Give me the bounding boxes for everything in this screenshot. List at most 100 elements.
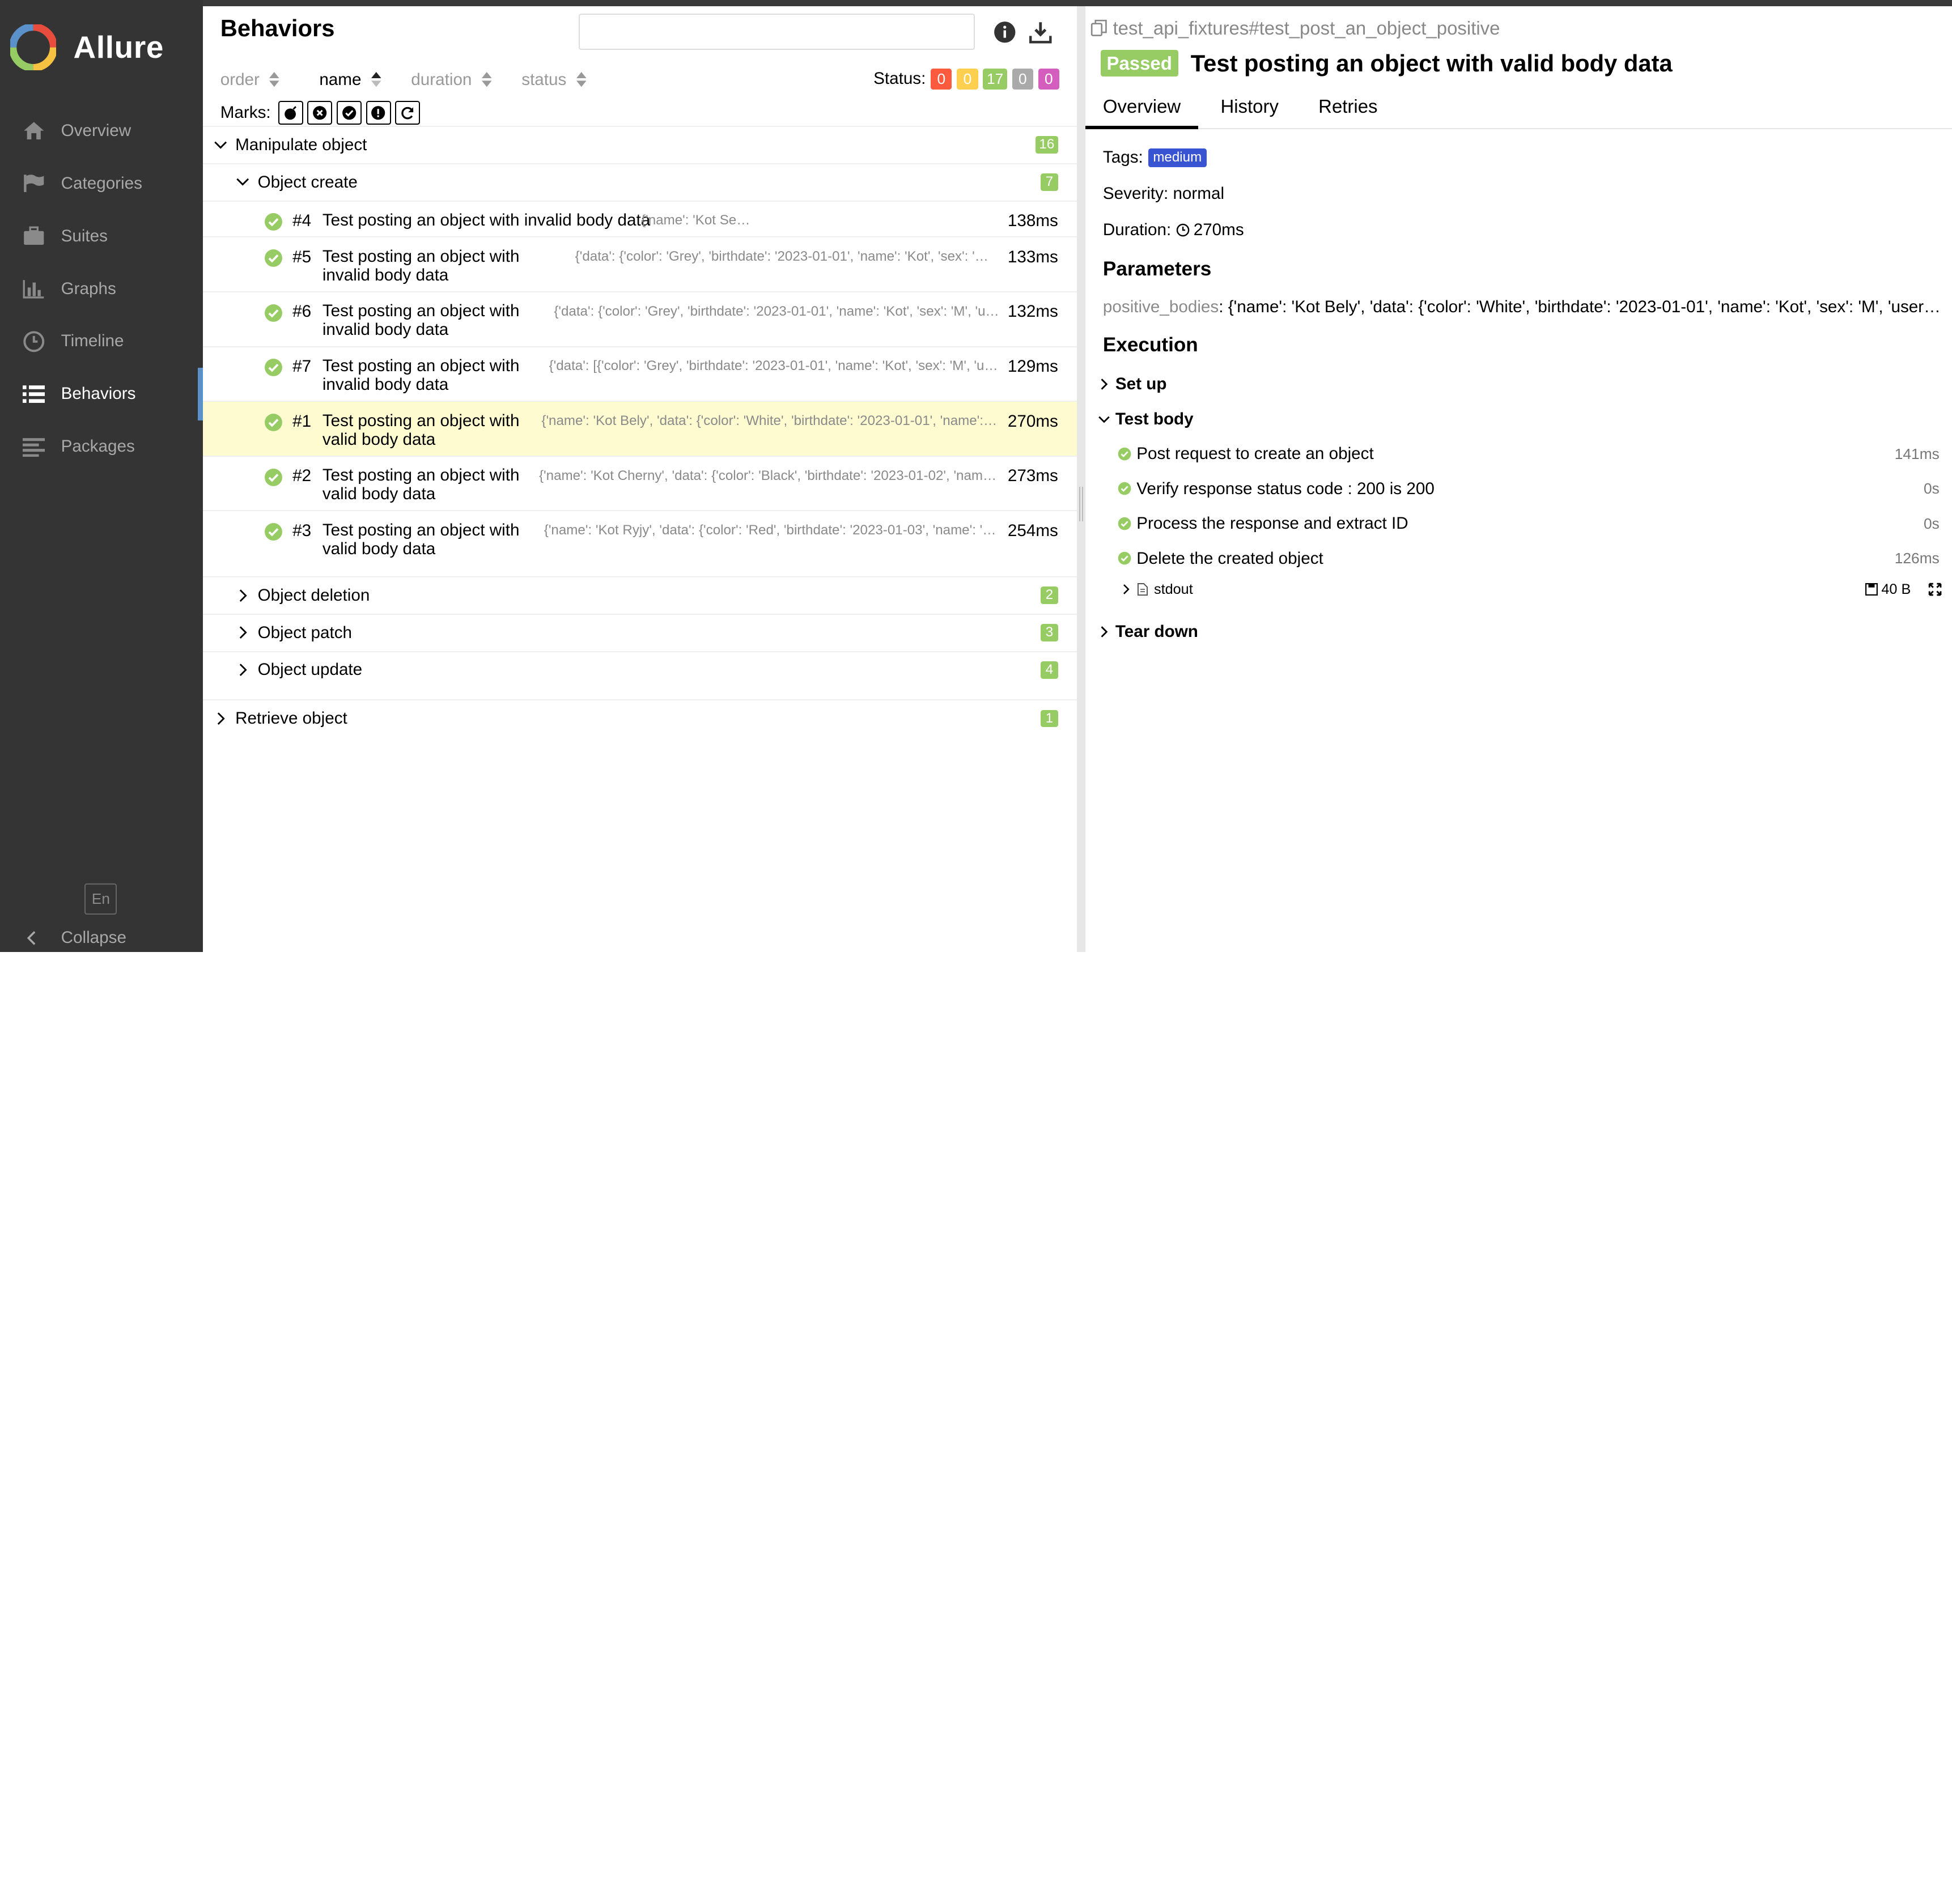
- sidebar-item-overview[interactable]: Overview: [0, 104, 203, 157]
- test-row[interactable]: #7 Test posting an object with invalid b…: [202, 346, 1077, 401]
- test-name: Test posting an object with valid body d…: [322, 466, 520, 504]
- tree-group-object-update[interactable]: Object update 4: [202, 651, 1077, 688]
- tree-group-object-patch[interactable]: Object patch 3: [202, 613, 1077, 651]
- status-broken-badge[interactable]: 0: [957, 68, 978, 90]
- sort-status[interactable]: status: [521, 70, 587, 90]
- group-count-badge: 1: [1041, 709, 1058, 728]
- mark-new-failed-button[interactable]: [307, 100, 333, 125]
- status-failed-badge[interactable]: 0: [931, 68, 952, 90]
- passed-check-icon: [1118, 517, 1131, 530]
- test-row-selected[interactable]: #1 Test posting an object with valid bod…: [202, 401, 1077, 456]
- step-row[interactable]: Delete the created object 126ms: [1118, 549, 1940, 568]
- status-unknown-badge[interactable]: 0: [1038, 68, 1060, 90]
- tree-group-object-create[interactable]: Object create 7: [202, 163, 1077, 201]
- teardown-section[interactable]: Tear down: [1098, 622, 1198, 641]
- collapse-label: Collapse: [61, 928, 126, 947]
- test-duration: 254ms: [1007, 521, 1058, 540]
- brand[interactable]: Allure: [10, 24, 164, 71]
- test-params: {'data': [{'color': 'Grey', 'birthdate':…: [549, 358, 1002, 374]
- attachment-row[interactable]: stdout 40 B: [1121, 581, 1942, 598]
- language-button[interactable]: En: [84, 883, 117, 915]
- check-circle-icon: [342, 105, 357, 120]
- test-row[interactable]: #2 Test posting an object with valid bod…: [202, 455, 1077, 511]
- parameter-row: positive_bodies: {'name': 'Kot Bely', 'd…: [1103, 298, 1945, 317]
- status-badge: Passed: [1100, 50, 1178, 77]
- step-row[interactable]: Process the response and extract ID 0s: [1118, 514, 1940, 533]
- test-row[interactable]: #4 Test posting an object with invalid b…: [202, 200, 1077, 237]
- test-params: {'name': 'Kot Bely', 'data': {'color': '…: [541, 413, 997, 428]
- sidebar-item-label: Graphs: [61, 279, 116, 298]
- file-icon: [1138, 583, 1148, 596]
- mark-retries-button[interactable]: [395, 100, 421, 125]
- test-row[interactable]: #3 Test posting an object with valid bod…: [202, 510, 1077, 565]
- status-passed-badge[interactable]: 17: [983, 68, 1007, 90]
- tree-group-object-deletion[interactable]: Object deletion 2: [202, 576, 1077, 614]
- passed-check-icon: [264, 523, 282, 541]
- severity-row: Severity: normal: [1102, 184, 1225, 203]
- step-duration: 0s: [1923, 480, 1940, 498]
- test-duration: 133ms: [1007, 247, 1058, 266]
- tab-retries[interactable]: Retries: [1301, 91, 1395, 129]
- allure-report: Allure Overview Categories Suites Graphs…: [0, 0, 1952, 953]
- sidebar-item-packages[interactable]: Packages: [0, 420, 203, 473]
- align-left-icon: [21, 434, 46, 459]
- sidebar-item-label: Categories: [61, 173, 142, 193]
- group-name: Object deletion: [257, 585, 370, 605]
- group-name: Object patch: [257, 623, 353, 642]
- step-name: Process the response and extract ID: [1136, 514, 1408, 533]
- test-row[interactable]: #6 Test posting an object with invalid b…: [202, 291, 1077, 346]
- sort-label: order: [220, 70, 260, 89]
- copy-icon[interactable]: [1090, 19, 1108, 37]
- setup-label: Set up: [1115, 375, 1167, 394]
- test-duration: 132ms: [1007, 302, 1058, 321]
- step-row[interactable]: Post request to create an object 141ms: [1118, 444, 1940, 464]
- tree-group-manipulate-object[interactable]: Manipulate object 16: [202, 125, 1077, 163]
- chevron-right-icon: [239, 626, 247, 639]
- sidebar-item-categories[interactable]: Categories: [0, 157, 203, 210]
- sidebar-item-timeline[interactable]: Timeline: [0, 315, 203, 368]
- bar-chart-icon: [21, 277, 46, 301]
- pane-splitter[interactable]: [1076, 6, 1086, 953]
- test-title: Test posting an object with valid body d…: [1190, 49, 1673, 76]
- test-body-section[interactable]: Test body: [1098, 410, 1194, 429]
- test-number: #5: [292, 247, 312, 266]
- sort-duration[interactable]: duration: [411, 70, 492, 90]
- mark-new-passed-button[interactable]: [337, 100, 362, 125]
- group-count-badge: 7: [1041, 173, 1058, 191]
- attachment-name: stdout: [1153, 581, 1193, 597]
- collapse-button[interactable]: Collapse: [21, 928, 126, 947]
- passed-check-icon: [264, 249, 282, 267]
- status-skipped-badge[interactable]: 0: [1012, 68, 1033, 90]
- info-icon[interactable]: [994, 21, 1016, 44]
- attachment-size: 40 B: [1881, 581, 1911, 597]
- sort-name[interactable]: name: [319, 70, 381, 90]
- exclamation-circle-icon: [371, 105, 385, 120]
- mark-flaky-button[interactable]: [278, 100, 303, 125]
- tab-history[interactable]: History: [1203, 91, 1296, 129]
- splitter-grip: [1079, 486, 1083, 522]
- test-full-name: test_api_fixtures#test_post_an_object_po…: [1090, 18, 1500, 39]
- search-input[interactable]: [579, 14, 975, 50]
- test-duration: 270ms: [1007, 411, 1058, 431]
- tab-overview[interactable]: Overview: [1085, 91, 1198, 130]
- expand-icon[interactable]: [1928, 583, 1942, 596]
- sort-order[interactable]: order: [220, 70, 280, 90]
- tree-group-retrieve-object[interactable]: Retrieve object 1: [202, 699, 1077, 737]
- test-row[interactable]: #5 Test posting an object with invalid b…: [202, 236, 1077, 291]
- sidebar-item-label: Packages: [61, 437, 135, 456]
- test-duration: 129ms: [1007, 357, 1058, 376]
- setup-section[interactable]: Set up: [1098, 375, 1166, 394]
- test-params: {'name': 'Kot Sery'}: [641, 212, 753, 228]
- sidebar-nav: Overview Categories Suites Graphs Timeli…: [0, 104, 203, 473]
- list-icon: [21, 381, 46, 406]
- save-icon: [1865, 583, 1878, 596]
- sidebar-item-suites[interactable]: Suites: [0, 210, 203, 262]
- download-icon[interactable]: [1029, 21, 1052, 44]
- sidebar-item-behaviors[interactable]: Behaviors: [0, 367, 203, 421]
- sidebar-item-graphs[interactable]: Graphs: [0, 262, 203, 315]
- mark-new-broken-button[interactable]: [366, 100, 391, 125]
- step-row[interactable]: Verify response status code : 200 is 200…: [1118, 479, 1940, 499]
- flag-icon: [21, 171, 46, 196]
- passed-check-icon: [264, 304, 282, 322]
- chevron-left-icon: [27, 931, 36, 945]
